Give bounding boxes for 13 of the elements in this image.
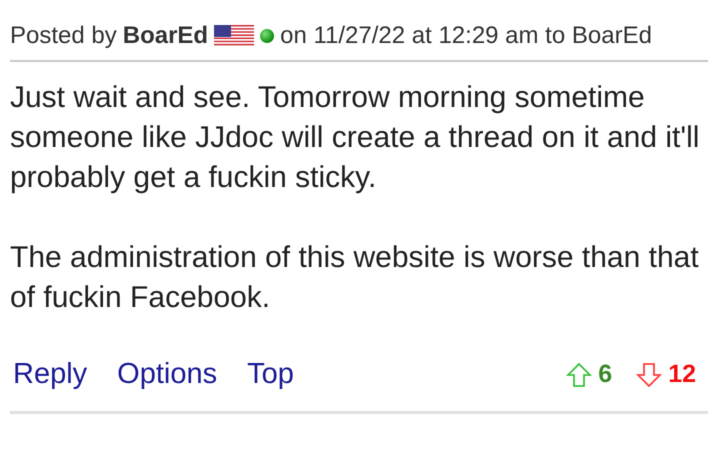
post-paragraph: The administration of this website is worse than that of fuckin Facebook. bbox=[10, 240, 700, 316]
action-link[interactable]: Top bbox=[247, 358, 294, 391]
action-link[interactable]: Reply bbox=[13, 358, 88, 391]
flag-icon bbox=[214, 25, 254, 47]
posted-by-label: Posted by bbox=[10, 22, 117, 50]
post-meta: on 11/27/22 at 12:29 am to BoarEd bbox=[280, 22, 652, 50]
author-name[interactable]: BoarEd bbox=[122, 22, 208, 50]
upvote-count: 6 bbox=[598, 360, 612, 389]
action-link[interactable]: Options bbox=[117, 358, 218, 391]
downvote-count: 12 bbox=[668, 360, 696, 389]
post-paragraph: Just wait and see. Tomorrow morning sometime someone like JJdoc will create a thread on it and it'll probably get a fuckin sticky. bbox=[10, 80, 700, 196]
downvote-arrow-icon[interactable] bbox=[636, 362, 662, 388]
upvote-arrow-icon[interactable] bbox=[566, 362, 592, 388]
